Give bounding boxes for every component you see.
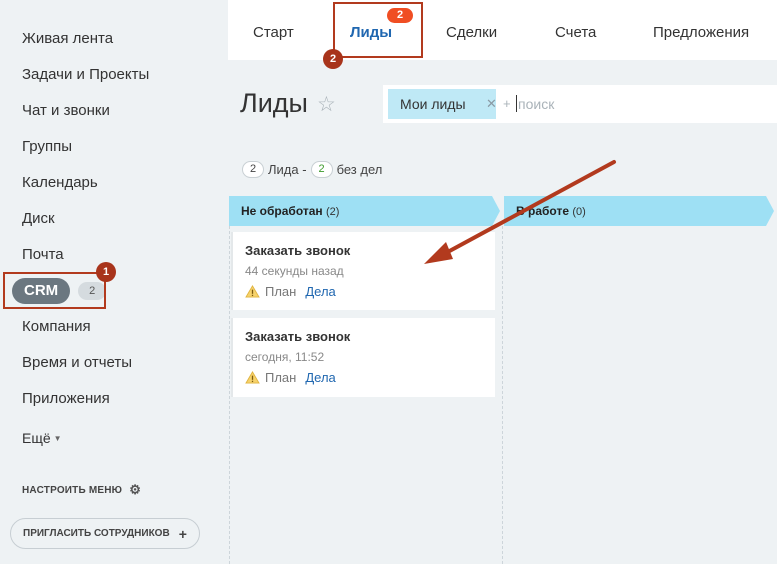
configure-menu-button[interactable]: НАСТРОИТЬ МЕНЮ ⚙ — [22, 482, 141, 498]
sidebar-item-company[interactable]: Компания — [22, 318, 91, 335]
tab-start[interactable]: Старт — [253, 24, 294, 41]
invite-employees-label: ПРИГЛАСИТЬ СОТРУДНИКОВ — [23, 528, 170, 539]
sidebar-item-disk[interactable]: Диск — [22, 210, 55, 227]
gear-icon[interactable]: ⚙ — [129, 482, 141, 498]
column-divider — [502, 226, 503, 564]
plus-icon: + — [178, 525, 187, 542]
lead-card-time: сегодня, 11:52 — [245, 350, 325, 364]
deals-link[interactable]: Дела — [305, 370, 335, 385]
tab-deals[interactable]: Сделки — [446, 24, 497, 41]
sidebar-item-chat-calls[interactable]: Чат и звонки — [22, 102, 110, 119]
plan-button[interactable]: План — [265, 284, 296, 299]
invite-employees-button[interactable]: ПРИГЛАСИТЬ СОТРУДНИКОВ + — [10, 518, 200, 549]
filter-chip-label: Мои лиды — [400, 96, 466, 112]
lead-counters: 2 Лида - 2 без дел — [242, 161, 382, 178]
filter-search-box[interactable]: Мои лиды ✕ + — [383, 85, 777, 123]
search-plus-label: + — [503, 96, 511, 111]
sidebar-item-applications[interactable]: Приложения — [22, 390, 110, 407]
lead-card-plan-row: План Дела — [245, 370, 336, 385]
column-arrow-shape — [766, 196, 774, 226]
leads-count-circle: 2 — [242, 161, 264, 178]
text-caret — [516, 95, 517, 112]
sidebar-item-tasks-projects[interactable]: Задачи и Проекты — [22, 66, 149, 83]
column-title: В работе — [516, 204, 569, 218]
lead-card-plan-row: План Дела — [245, 284, 336, 299]
search-input[interactable] — [518, 92, 758, 116]
column-header-not-processed[interactable]: Не обработан (2) — [229, 196, 500, 226]
sidebar-item-more[interactable]: Ещё ▼ — [22, 430, 62, 446]
warning-icon — [245, 371, 260, 384]
sidebar-item-calendar[interactable]: Календарь — [22, 174, 98, 191]
sidebar-item-live-feed[interactable]: Живая лента — [22, 30, 113, 47]
close-icon[interactable]: ✕ — [486, 89, 497, 119]
column-divider — [229, 226, 230, 564]
tab-quotes[interactable]: Предложения — [653, 24, 749, 41]
sidebar-item-mail[interactable]: Почта — [22, 246, 64, 263]
page-title: Лиды — [240, 88, 308, 118]
plan-button[interactable]: План — [265, 370, 296, 385]
lead-card-title[interactable]: Заказать звонок — [245, 243, 350, 258]
annotation-box-crm — [3, 272, 106, 309]
chevron-down-icon: ▼ — [53, 434, 62, 443]
sidebar-item-groups[interactable]: Группы — [22, 138, 72, 155]
leads-count-label: Лида - — [268, 162, 307, 177]
lead-card[interactable]: Заказать звонок сегодня, 11:52 План Дела — [231, 318, 495, 397]
lead-card-time: 44 секунды назад — [245, 264, 344, 278]
column-title: Не обработан — [241, 204, 323, 218]
lead-card[interactable]: Заказать звонок 44 секунды назад План Де… — [231, 232, 495, 310]
column-arrow-shape — [492, 196, 500, 226]
no-tasks-label[interactable]: без дел — [337, 162, 383, 177]
warning-icon — [245, 285, 260, 298]
star-icon[interactable]: ☆ — [317, 92, 336, 117]
sidebar-item-time-reports[interactable]: Время и отчеты — [22, 354, 132, 371]
tab-invoices[interactable]: Счета — [555, 24, 596, 41]
column-count: (2) — [326, 206, 340, 218]
annotation-marker-1: 1 — [96, 262, 116, 282]
lead-card-title[interactable]: Заказать звонок — [245, 329, 350, 344]
filter-chip-my-leads[interactable]: Мои лиды ✕ — [388, 89, 497, 119]
configure-menu-label: НАСТРОИТЬ МЕНЮ — [22, 484, 123, 496]
annotation-marker-2: 2 — [323, 49, 343, 69]
annotation-box-leads-tab — [333, 2, 423, 58]
column-header-in-progress[interactable]: В работе (0) — [504, 196, 774, 226]
deals-link[interactable]: Дела — [305, 284, 335, 299]
no-tasks-count-circle[interactable]: 2 — [310, 161, 333, 178]
column-count: (0) — [572, 206, 586, 218]
sidebar-item-more-label: Ещё — [22, 430, 51, 446]
